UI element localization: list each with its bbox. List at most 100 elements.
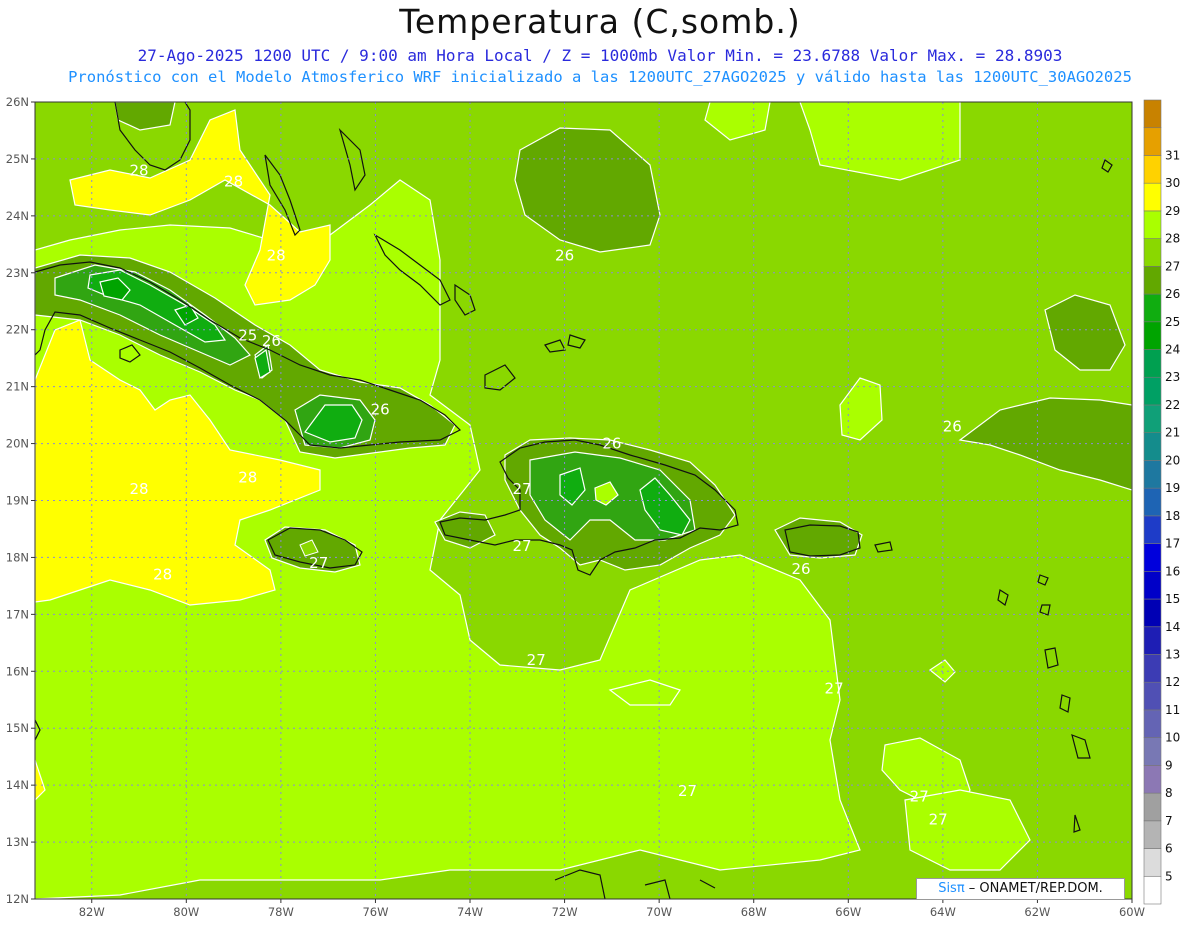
- colorbar-swatch: [1143, 210, 1162, 239]
- contour-label: 26: [262, 332, 281, 350]
- colorbar-label: 27: [1165, 259, 1180, 273]
- colorbar-label: 30: [1165, 176, 1180, 190]
- colorbar-label: 21: [1165, 426, 1180, 440]
- colorbar-label: 19: [1165, 481, 1180, 495]
- colorbar-label: 16: [1165, 564, 1180, 578]
- lon-tick-label: 64W: [930, 905, 956, 919]
- colorbar-swatch: [1143, 99, 1162, 129]
- lat-tick-label: 21N: [6, 380, 29, 394]
- temperature-map: 82W 80W 78W 76W 74W 72W 70W 68W 66W 64W 62W 60W 12N 1…: [6, 95, 1181, 919]
- contour-label: 26: [555, 247, 574, 265]
- lat-tick-label: 14N: [6, 778, 29, 792]
- contour-label: 27: [929, 810, 948, 828]
- colorbar-label: 10: [1165, 731, 1180, 745]
- colorbar: 5 6 7 8 9 10 11 12 13 14 15 16 17 18 19 20 21 22 23 24 25 26 2…: [1143, 99, 1180, 905]
- colorbar-swatch: [1143, 571, 1162, 600]
- colorbar-label: 6: [1165, 842, 1173, 856]
- lon-tick-label: 76W: [362, 905, 388, 919]
- colorbar-swatch: [1143, 321, 1162, 350]
- colorbar-swatch: [1143, 598, 1162, 628]
- colorbar-label: 12: [1165, 675, 1180, 689]
- colorbar-label: 8: [1165, 786, 1173, 800]
- colorbar-label: 26: [1165, 287, 1180, 301]
- colorbar-swatch: [1143, 404, 1162, 433]
- lat-tick-label: 13N: [6, 835, 29, 849]
- colorbar-swatch: [1143, 515, 1162, 544]
- colorbar-swatch: [1143, 127, 1162, 156]
- colorbar-swatch: [1143, 487, 1162, 517]
- lat-tick-label: 20N: [6, 437, 29, 451]
- colorbar-label: 24: [1165, 343, 1180, 357]
- lat-tick-label: 26N: [6, 95, 29, 109]
- lat-tick-label: 24N: [6, 209, 29, 223]
- colorbar-swatch: [1143, 820, 1162, 849]
- lon-tick-label: 82W: [79, 905, 105, 919]
- lon-tick-label: 74W: [457, 905, 483, 919]
- contour-label: 27: [512, 480, 531, 498]
- credit-text: – ONAMET/REP.DOM.: [964, 881, 1103, 896]
- colorbar-label: 14: [1165, 620, 1180, 634]
- lat-tick-label: 23N: [6, 266, 29, 280]
- colorbar-swatch: [1143, 155, 1162, 184]
- contour-label: 28: [224, 173, 243, 191]
- colorbar-swatch: [1143, 349, 1162, 378]
- colorbar-label: 9: [1165, 758, 1173, 772]
- colorbar-label: 31: [1165, 148, 1180, 162]
- contour-label: 27: [678, 782, 697, 800]
- contour-label: 26: [791, 560, 810, 578]
- lon-tick-label: 60W: [1119, 905, 1145, 919]
- lon-tick-label: 62W: [1024, 905, 1050, 919]
- colorbar-swatch: [1143, 848, 1162, 877]
- credit-badge: Sisπ – ONAMET/REP.DOM.: [916, 878, 1125, 900]
- contour-label: 26: [371, 400, 390, 418]
- colorbar-swatch: [1143, 543, 1162, 572]
- contour-label: 28: [129, 480, 148, 498]
- colorbar-swatch: [1143, 654, 1162, 683]
- lat-tick-label: 19N: [6, 494, 29, 508]
- colorbar-label: 13: [1165, 647, 1180, 661]
- colorbar-swatch: [1143, 709, 1162, 738]
- colorbar-label: 15: [1165, 592, 1180, 606]
- colorbar-label: 20: [1165, 453, 1180, 467]
- contour-label: 27: [309, 554, 328, 572]
- colorbar-swatch: [1143, 266, 1162, 295]
- lon-tick-label: 72W: [552, 905, 578, 919]
- colorbar-label: 17: [1165, 537, 1180, 551]
- colorbar-swatch: [1143, 875, 1162, 905]
- colorbar-label: 11: [1165, 703, 1180, 717]
- colorbar-swatch: [1143, 376, 1162, 406]
- colorbar-label: 23: [1165, 370, 1180, 384]
- contour-label: 28: [129, 161, 148, 179]
- contour-label: 27: [527, 651, 546, 669]
- lat-tick-label: 12N: [6, 892, 29, 906]
- colorbar-swatch: [1143, 737, 1162, 766]
- colorbar-swatch: [1143, 765, 1162, 794]
- colorbar-swatch: [1143, 626, 1162, 655]
- colorbar-swatch: [1143, 182, 1162, 212]
- contour-label: 28: [153, 566, 172, 584]
- colorbar-swatch: [1143, 432, 1162, 461]
- temperature-field: [35, 102, 1132, 899]
- lat-tick-label: 16N: [6, 664, 29, 678]
- contour-label: 27: [512, 537, 531, 555]
- colorbar-label: 28: [1165, 232, 1180, 246]
- contour-label: 26: [943, 417, 962, 435]
- contour-label: 27: [910, 788, 929, 806]
- contour-label: 26: [602, 435, 621, 453]
- colorbar-swatch: [1143, 238, 1162, 267]
- lat-tick-label: 22N: [6, 323, 29, 337]
- lon-tick-label: 80W: [173, 905, 199, 919]
- lat-tick-label: 18N: [6, 550, 29, 564]
- lat-tick-label: 15N: [6, 721, 29, 735]
- colorbar-label: 5: [1165, 869, 1173, 883]
- colorbar-swatch: [1143, 681, 1162, 711]
- colorbar-label: 22: [1165, 398, 1180, 412]
- lon-tick-label: 66W: [835, 905, 861, 919]
- colorbar-label: 18: [1165, 509, 1180, 523]
- colorbar-label: 29: [1165, 204, 1180, 218]
- lat-tick-label: 17N: [6, 607, 29, 621]
- colorbar-swatch: [1143, 792, 1162, 822]
- colorbar-swatch: [1143, 293, 1162, 323]
- contour-label: 28: [238, 469, 257, 487]
- contour-label: 27: [825, 679, 844, 697]
